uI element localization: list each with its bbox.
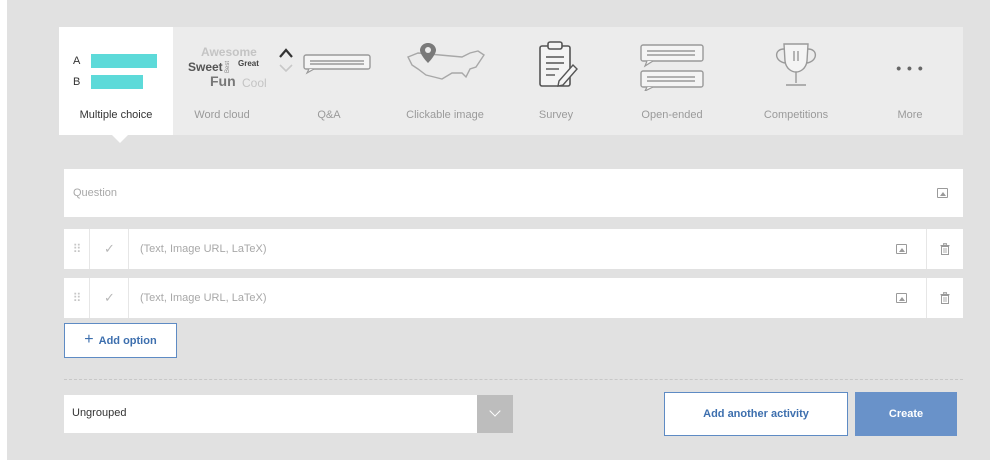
option-a-letter: A [73, 55, 81, 67]
plus-icon: + [84, 330, 94, 348]
trash-icon [940, 243, 950, 255]
chevron-down-icon[interactable] [477, 395, 513, 433]
tab-survey[interactable]: Survey [503, 27, 609, 135]
tab-label: Q&A [317, 109, 341, 121]
tab-clickable-image[interactable]: Clickable image [387, 27, 503, 135]
bar-a-icon [91, 54, 157, 68]
drag-handle-icon[interactable]: ⠿ [64, 229, 90, 269]
group-select[interactable]: Ungrouped [64, 395, 513, 433]
option-row: ⠿ ✓ [64, 278, 963, 318]
correct-check-icon[interactable]: ✓ [91, 229, 129, 269]
question-input[interactable] [64, 169, 924, 217]
tab-multiple-choice[interactable]: A B Multiple choice [59, 27, 173, 135]
add-another-activity-button[interactable]: Add another activity [664, 392, 848, 436]
option-image-button[interactable] [886, 229, 926, 269]
tab-word-cloud[interactable]: Awesome Sweet Best Great Fun Cool Word c… [173, 27, 271, 135]
delete-option-button[interactable] [926, 278, 963, 318]
add-option-button[interactable]: + Add option [64, 323, 177, 358]
option-b-letter: B [73, 76, 81, 88]
divider [64, 379, 963, 380]
chat-bubbles-icon [640, 44, 704, 91]
group-select-value: Ungrouped [72, 407, 127, 419]
tab-open-ended[interactable]: Open-ended [609, 27, 735, 135]
qa-icon [279, 48, 371, 75]
delete-option-button[interactable] [926, 229, 963, 269]
tab-label: Survey [538, 109, 574, 121]
trophy-icon [775, 43, 817, 86]
option-input[interactable] [130, 229, 880, 269]
tab-label: Multiple choice [79, 109, 153, 121]
active-tab-pointer [112, 135, 128, 143]
tab-competitions[interactable]: Competitions [735, 27, 857, 135]
tab-more[interactable]: • • • More [857, 27, 963, 135]
option-input[interactable] [130, 278, 880, 318]
tab-label: Open-ended [641, 109, 703, 121]
tab-label: Word cloud [194, 109, 250, 121]
drag-handle-icon[interactable]: ⠿ [64, 278, 90, 318]
create-button[interactable]: Create [855, 392, 957, 436]
tab-label: Clickable image [406, 109, 484, 121]
image-icon[interactable] [937, 188, 948, 198]
question-field [64, 169, 963, 217]
tab-label: More [897, 109, 923, 121]
bar-b-icon [91, 75, 143, 89]
activity-type-bar: A B Multiple choice Awesome Sweet Best G… [59, 27, 963, 135]
word-cloud-icon: Awesome Sweet Best Great Fun Cool [188, 45, 267, 90]
clipboard-icon [539, 41, 578, 87]
tab-label: Competitions [763, 109, 829, 121]
image-icon [896, 244, 907, 254]
option-row: ⠿ ✓ [64, 229, 963, 269]
image-icon [896, 293, 907, 303]
option-image-button[interactable] [886, 278, 926, 318]
add-option-label: Add option [98, 334, 157, 347]
tab-qa[interactable]: Q&A [271, 27, 387, 135]
more-dots-icon: • • • [896, 60, 924, 76]
trash-icon [940, 292, 950, 304]
map-pin-icon [407, 43, 485, 80]
correct-check-icon[interactable]: ✓ [91, 278, 129, 318]
